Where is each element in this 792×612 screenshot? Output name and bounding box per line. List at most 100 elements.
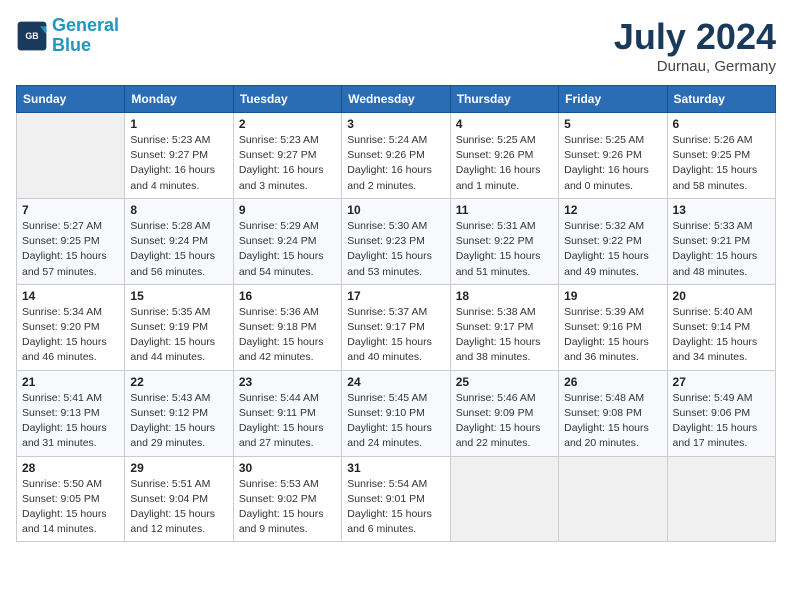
day-number: 1 (130, 117, 227, 131)
calendar-cell: 23 Sunrise: 5:44 AM Sunset: 9:11 PM Dayli… (233, 370, 341, 456)
calendar-cell: 31 Sunrise: 5:54 AM Sunset: 9:01 PM Dayli… (342, 456, 450, 542)
day-info: Sunrise: 5:50 AM Sunset: 9:05 PM Dayligh… (22, 477, 119, 538)
day-number: 9 (239, 203, 336, 217)
day-info: Sunrise: 5:44 AM Sunset: 9:11 PM Dayligh… (239, 391, 336, 452)
day-info: Sunrise: 5:51 AM Sunset: 9:04 PM Dayligh… (130, 477, 227, 538)
day-info: Sunrise: 5:48 AM Sunset: 9:08 PM Dayligh… (564, 391, 661, 452)
day-number: 2 (239, 117, 336, 131)
logo-text: General Blue (52, 16, 119, 56)
calendar-cell: 17 Sunrise: 5:37 AM Sunset: 9:17 PM Dayli… (342, 284, 450, 370)
day-info: Sunrise: 5:27 AM Sunset: 9:25 PM Dayligh… (22, 219, 119, 280)
calendar-cell: 16 Sunrise: 5:36 AM Sunset: 9:18 PM Dayli… (233, 284, 341, 370)
calendar-cell: 4 Sunrise: 5:25 AM Sunset: 9:26 PM Daylig… (450, 113, 558, 199)
day-number: 15 (130, 289, 227, 303)
day-number: 27 (673, 375, 770, 389)
day-number: 19 (564, 289, 661, 303)
calendar-cell: 2 Sunrise: 5:23 AM Sunset: 9:27 PM Daylig… (233, 113, 341, 199)
calendar-cell: 22Sunrise: 5:43 AM Sunset: 9:12 PM Dayli… (125, 370, 233, 456)
day-number: 4 (456, 117, 553, 131)
calendar-cell (667, 456, 775, 542)
calendar-cell: 3 Sunrise: 5:24 AM Sunset: 9:26 PM Daylig… (342, 113, 450, 199)
col-header-saturday: Saturday (667, 86, 775, 113)
calendar-cell: 6 Sunrise: 5:26 AM Sunset: 9:25 PM Daylig… (667, 113, 775, 199)
day-number: 20 (673, 289, 770, 303)
day-number: 5 (564, 117, 661, 131)
day-info: Sunrise: 5:40 AM Sunset: 9:14 PM Dayligh… (673, 305, 770, 366)
day-number: 18 (456, 289, 553, 303)
day-number: 10 (347, 203, 444, 217)
calendar-cell: 8Sunrise: 5:28 AM Sunset: 9:24 PM Daylig… (125, 198, 233, 284)
calendar-cell (17, 113, 125, 199)
calendar-cell: 30 Sunrise: 5:53 AM Sunset: 9:02 PM Dayli… (233, 456, 341, 542)
day-info: Sunrise: 5:24 AM Sunset: 9:26 PM Dayligh… (347, 133, 444, 194)
day-info: Sunrise: 5:33 AM Sunset: 9:21 PM Dayligh… (673, 219, 770, 280)
page-header: GB General Blue July 2024 Durnau, German… (16, 16, 776, 75)
day-number: 23 (239, 375, 336, 389)
calendar-cell: 14 Sunrise: 5:34 AM Sunset: 9:20 PM Dayli… (17, 284, 125, 370)
calendar-cell: 25 Sunrise: 5:46 AM Sunset: 9:09 PM Dayli… (450, 370, 558, 456)
day-info: Sunrise: 5:53 AM Sunset: 9:02 PM Dayligh… (239, 477, 336, 538)
day-info: Sunrise: 5:32 AM Sunset: 9:22 PM Dayligh… (564, 219, 661, 280)
calendar-cell (559, 456, 667, 542)
day-number: 7 (22, 203, 119, 217)
day-info: Sunrise: 5:46 AM Sunset: 9:09 PM Dayligh… (456, 391, 553, 452)
calendar-cell: 27 Sunrise: 5:49 AM Sunset: 9:06 PM Dayli… (667, 370, 775, 456)
day-number: 13 (673, 203, 770, 217)
day-number: 31 (347, 461, 444, 475)
day-info: Sunrise: 5:54 AM Sunset: 9:01 PM Dayligh… (347, 477, 444, 538)
calendar-cell: 21 Sunrise: 5:41 AM Sunset: 9:13 PM Dayli… (17, 370, 125, 456)
calendar-table: SundayMondayTuesdayWednesdayThursdayFrid… (16, 85, 776, 542)
day-number: 30 (239, 461, 336, 475)
day-info: Sunrise: 5:38 AM Sunset: 9:17 PM Dayligh… (456, 305, 553, 366)
calendar-cell: 9Sunrise: 5:29 AM Sunset: 9:24 PM Daylig… (233, 198, 341, 284)
day-number: 21 (22, 375, 119, 389)
logo: GB General Blue (16, 16, 119, 56)
day-info: Sunrise: 5:23 AM Sunset: 9:27 PM Dayligh… (239, 133, 336, 194)
day-number: 25 (456, 375, 553, 389)
day-info: Sunrise: 5:45 AM Sunset: 9:10 PM Dayligh… (347, 391, 444, 452)
day-number: 12 (564, 203, 661, 217)
calendar-cell: 18 Sunrise: 5:38 AM Sunset: 9:17 PM Dayli… (450, 284, 558, 370)
day-info: Sunrise: 5:49 AM Sunset: 9:06 PM Dayligh… (673, 391, 770, 452)
day-info: Sunrise: 5:25 AM Sunset: 9:26 PM Dayligh… (564, 133, 661, 194)
calendar-cell: 19Sunrise: 5:39 AM Sunset: 9:16 PM Dayli… (559, 284, 667, 370)
day-info: Sunrise: 5:23 AM Sunset: 9:27 PM Dayligh… (130, 133, 227, 194)
day-info: Sunrise: 5:41 AM Sunset: 9:13 PM Dayligh… (22, 391, 119, 452)
location: Durnau, Germany (614, 58, 776, 75)
logo-icon: GB (16, 20, 48, 52)
day-info: Sunrise: 5:35 AM Sunset: 9:19 PM Dayligh… (130, 305, 227, 366)
day-number: 16 (239, 289, 336, 303)
calendar-cell (450, 456, 558, 542)
calendar-cell: 11Sunrise: 5:31 AM Sunset: 9:22 PM Dayli… (450, 198, 558, 284)
day-info: Sunrise: 5:43 AM Sunset: 9:12 PM Dayligh… (130, 391, 227, 452)
calendar-cell: 20 Sunrise: 5:40 AM Sunset: 9:14 PM Dayli… (667, 284, 775, 370)
day-number: 3 (347, 117, 444, 131)
svg-text:GB: GB (25, 31, 38, 41)
day-number: 17 (347, 289, 444, 303)
day-number: 6 (673, 117, 770, 131)
day-number: 11 (456, 203, 553, 217)
day-info: Sunrise: 5:30 AM Sunset: 9:23 PM Dayligh… (347, 219, 444, 280)
day-number: 8 (130, 203, 227, 217)
day-number: 28 (22, 461, 119, 475)
day-info: Sunrise: 5:25 AM Sunset: 9:26 PM Dayligh… (456, 133, 553, 194)
col-header-wednesday: Wednesday (342, 86, 450, 113)
day-number: 26 (564, 375, 661, 389)
calendar-cell: 29Sunrise: 5:51 AM Sunset: 9:04 PM Dayli… (125, 456, 233, 542)
calendar-cell: 13 Sunrise: 5:33 AM Sunset: 9:21 PM Dayli… (667, 198, 775, 284)
day-info: Sunrise: 5:36 AM Sunset: 9:18 PM Dayligh… (239, 305, 336, 366)
title-block: July 2024 Durnau, Germany (614, 16, 776, 75)
day-info: Sunrise: 5:26 AM Sunset: 9:25 PM Dayligh… (673, 133, 770, 194)
calendar-cell: 5 Sunrise: 5:25 AM Sunset: 9:26 PM Daylig… (559, 113, 667, 199)
col-header-friday: Friday (559, 86, 667, 113)
col-header-monday: Monday (125, 86, 233, 113)
day-info: Sunrise: 5:34 AM Sunset: 9:20 PM Dayligh… (22, 305, 119, 366)
calendar-cell: 10 Sunrise: 5:30 AM Sunset: 9:23 PM Dayli… (342, 198, 450, 284)
day-info: Sunrise: 5:37 AM Sunset: 9:17 PM Dayligh… (347, 305, 444, 366)
calendar-cell: 24Sunrise: 5:45 AM Sunset: 9:10 PM Dayli… (342, 370, 450, 456)
day-number: 14 (22, 289, 119, 303)
col-header-sunday: Sunday (17, 86, 125, 113)
calendar-cell: 28 Sunrise: 5:50 AM Sunset: 9:05 PM Dayli… (17, 456, 125, 542)
month-year: July 2024 (614, 16, 776, 58)
calendar-cell: 26 Sunrise: 5:48 AM Sunset: 9:08 PM Dayli… (559, 370, 667, 456)
